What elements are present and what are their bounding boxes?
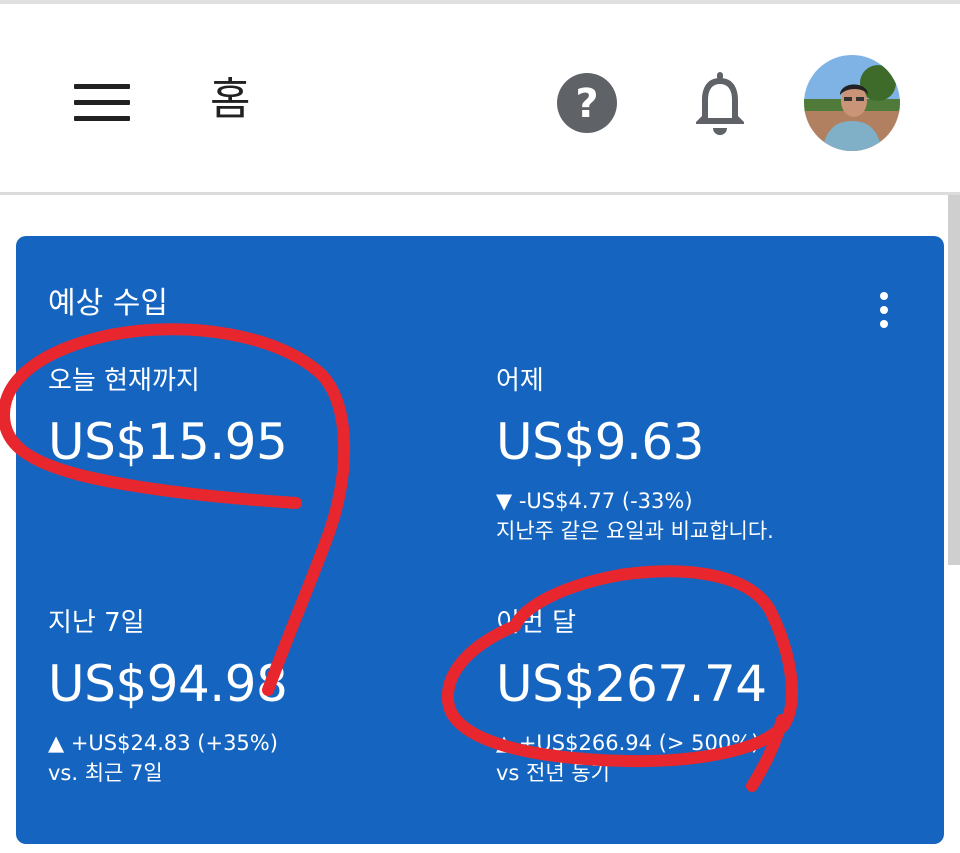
metric-change: ▲ +US$24.83 (+35%) xyxy=(48,731,278,755)
metric-yesterday[interactable]: 어제 US$9.63 ▼ -US$4.77 (-33%) 지난주 같은 요일과 … xyxy=(496,364,774,546)
metric-change: ▼ -US$4.77 (-33%) xyxy=(496,489,693,513)
notification-bell-icon[interactable] xyxy=(692,72,748,136)
page-title: 홈 xyxy=(210,74,251,125)
metric-value: US$15.95 xyxy=(48,413,288,471)
app-bar-divider xyxy=(0,192,960,195)
more-options-icon[interactable] xyxy=(878,292,890,328)
metric-value: US$9.63 xyxy=(496,413,704,471)
help-icon[interactable]: ? xyxy=(556,72,618,134)
metric-label: 지난 7일 xyxy=(48,608,145,638)
app-bar: 홈 ? xyxy=(0,4,960,192)
metric-value: US$267.74 xyxy=(496,655,767,713)
metric-label: 이번 달 xyxy=(496,608,577,638)
svg-text:?: ? xyxy=(575,81,598,127)
card-title: 예상 수입 xyxy=(48,286,168,321)
metric-label: 오늘 현재까지 xyxy=(48,366,200,396)
metric-this-month[interactable]: 이번 달 US$267.74 ▲ +US$266.94 (> 500%) vs … xyxy=(496,606,767,788)
metric-value: US$94.98 xyxy=(48,655,288,713)
estimated-earnings-card[interactable]: 예상 수입 오늘 현재까지 US$15.95 어제 US$9.63 ▼ -US$… xyxy=(16,236,944,844)
avatar[interactable] xyxy=(804,55,900,151)
metric-label: 어제 xyxy=(496,366,544,396)
metric-last-7-days[interactable]: 지난 7일 US$94.98 ▲ +US$24.83 (+35%) vs. 최근… xyxy=(48,606,288,788)
metric-note: 지난주 같은 요일과 비교합니다. xyxy=(496,519,774,543)
metric-change: ▲ +US$266.94 (> 500%) xyxy=(496,731,760,755)
menu-icon[interactable] xyxy=(74,84,130,122)
metric-today[interactable]: 오늘 현재까지 US$15.95 xyxy=(48,364,288,474)
metric-note: vs 전년 동기 xyxy=(496,761,610,785)
scrollbar[interactable] xyxy=(948,195,960,565)
metric-note: vs. 최근 7일 xyxy=(48,761,163,785)
